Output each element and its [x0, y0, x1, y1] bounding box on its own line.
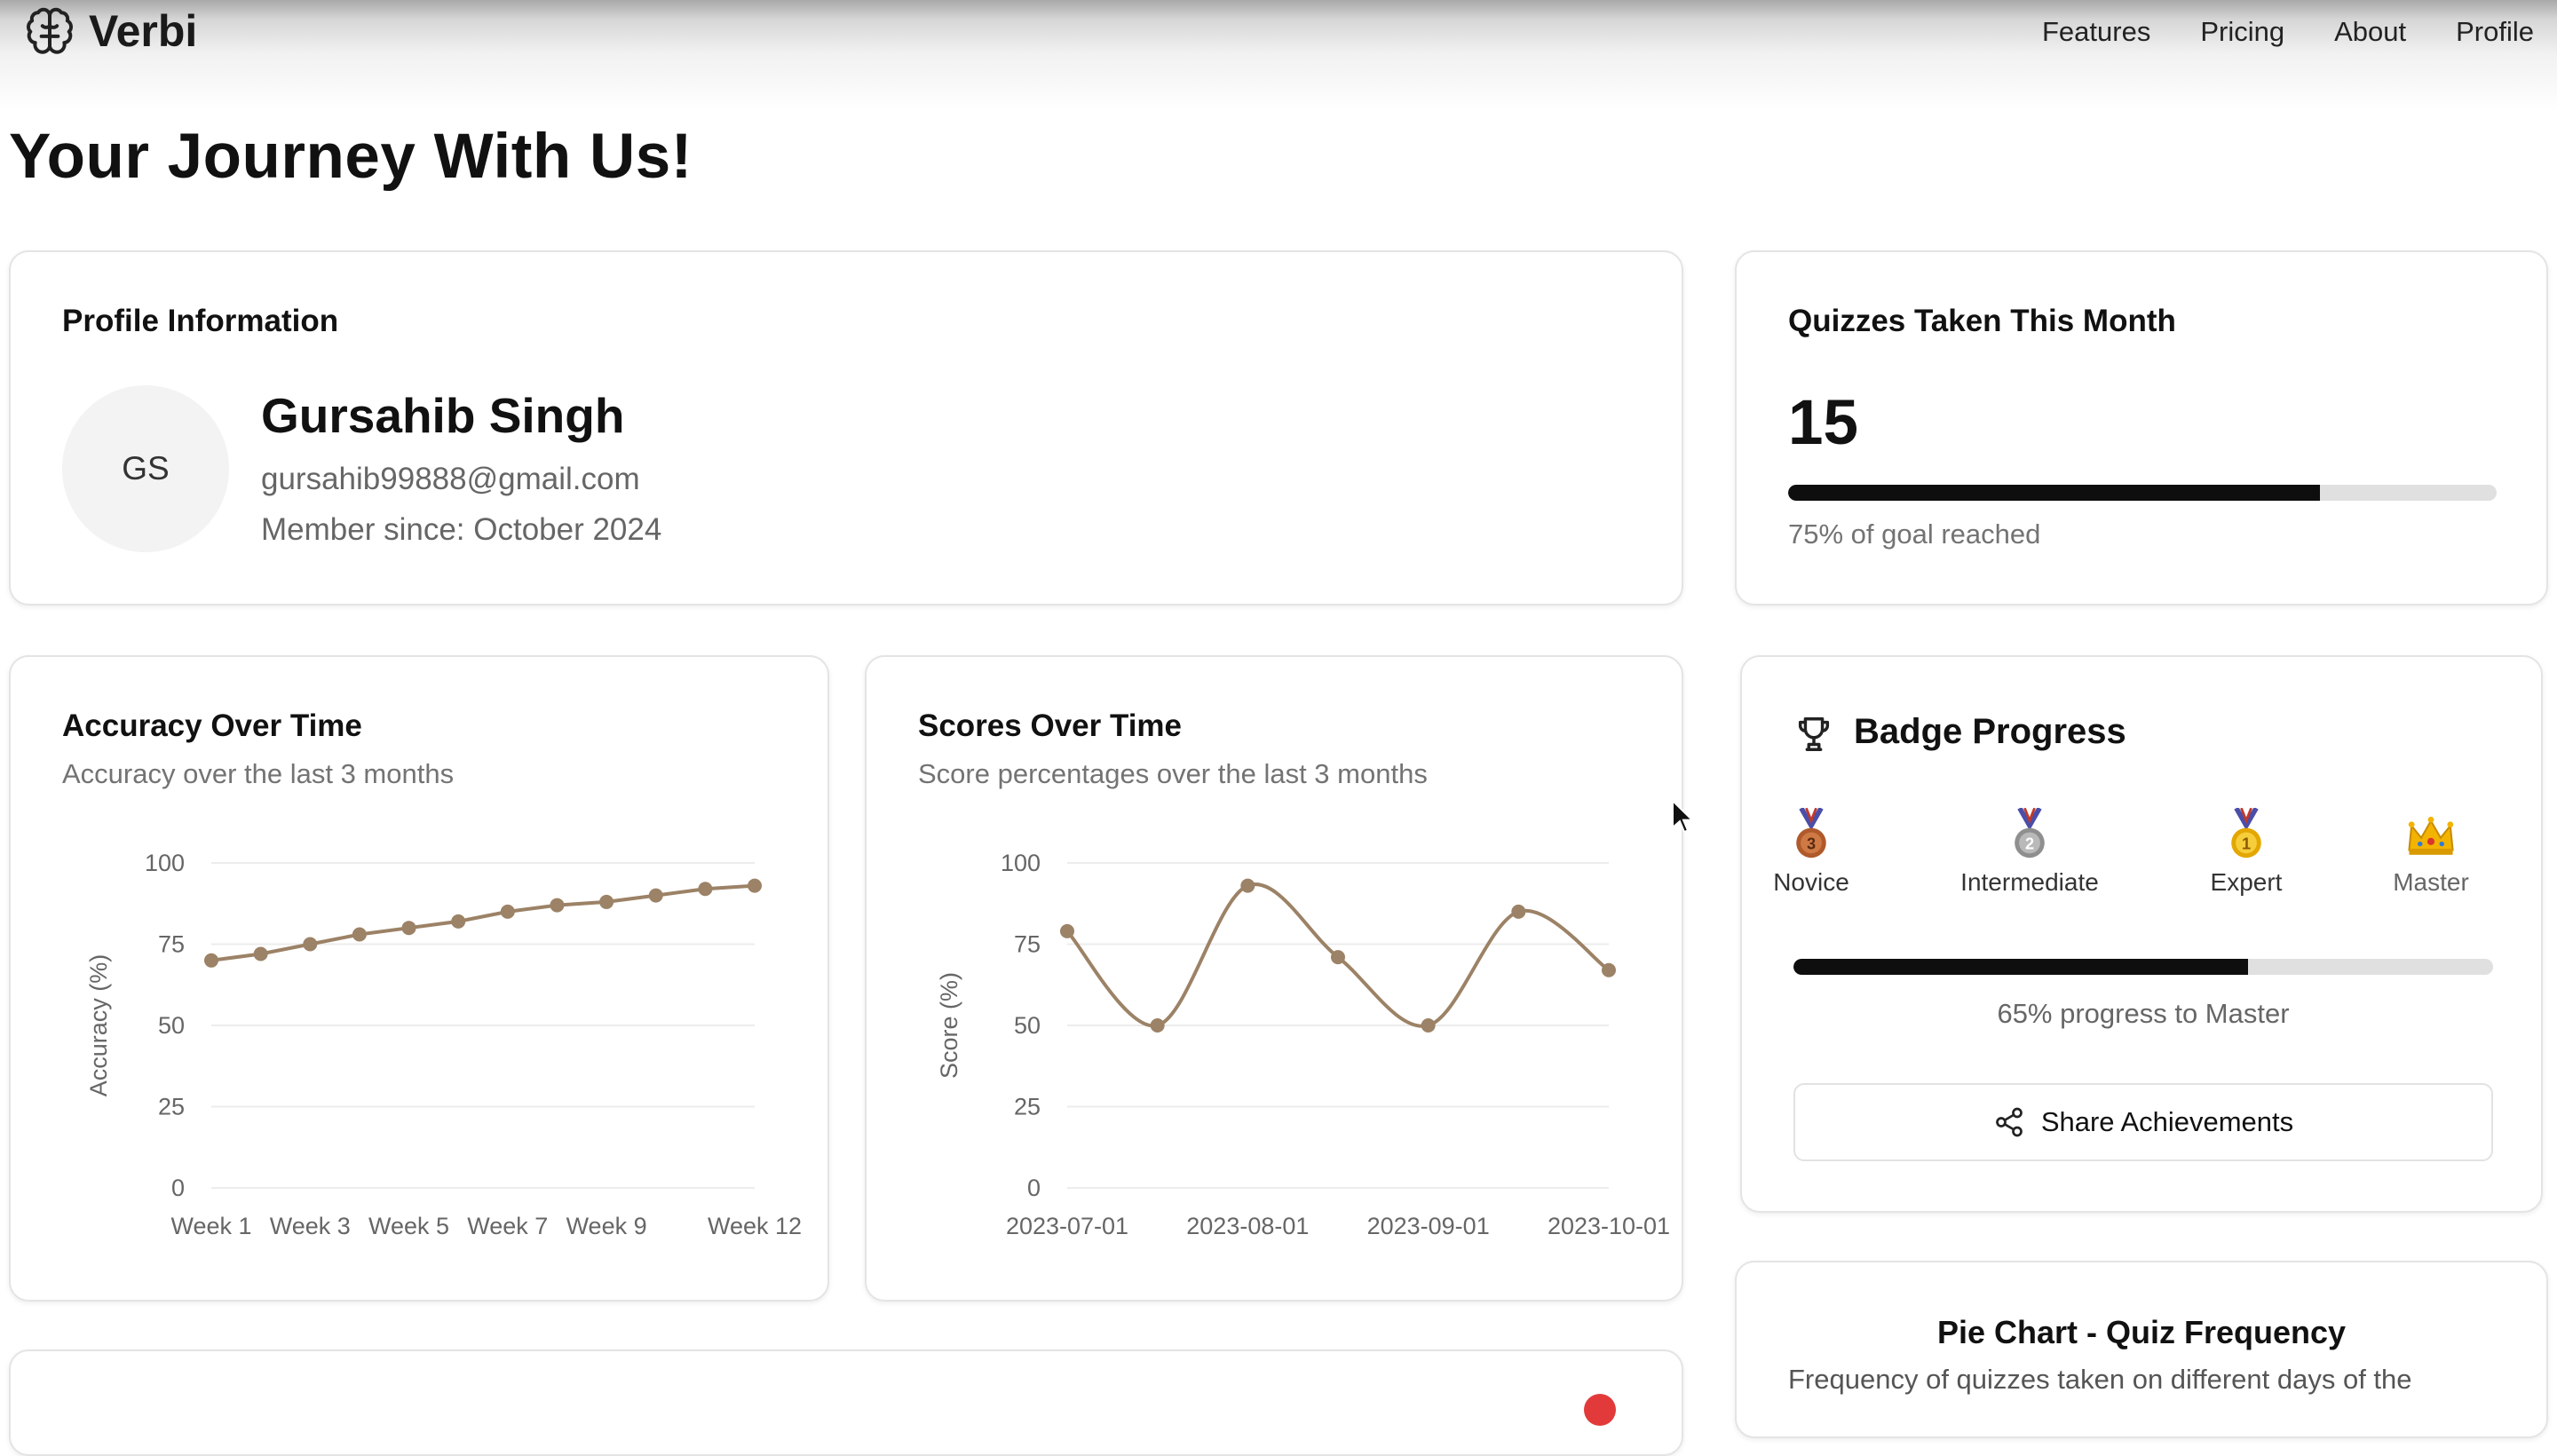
- trophy-icon: [1793, 714, 1834, 755]
- svg-text:3: 3: [1807, 835, 1816, 852]
- nav-pricing[interactable]: Pricing: [2200, 16, 2284, 48]
- accuracy-data-point: [451, 914, 465, 929]
- accuracy-data-point: [501, 905, 515, 919]
- svg-text:1: 1: [2242, 835, 2251, 852]
- profile-card: Profile Information GS Gursahib Singh gu…: [9, 250, 1683, 605]
- accuracy-x-tick: Week 7: [467, 1213, 548, 1239]
- pie-chart-title: Pie Chart - Quiz Frequency: [1737, 1314, 2546, 1351]
- main-nav: Features Pricing About Profile: [2042, 16, 2534, 48]
- accuracy-y-tick: 25: [158, 1094, 185, 1120]
- scores-data-point: [1151, 1018, 1165, 1033]
- accuracy-y-axis-label: Accuracy (%): [85, 954, 112, 1097]
- accuracy-y-tick: 100: [145, 850, 185, 876]
- accuracy-data-point: [254, 946, 268, 961]
- top-nav-bar: Verbi Features Pricing About Profile: [0, 0, 2557, 115]
- accuracy-series-line: [211, 886, 755, 961]
- quizzes-card-title: Quizzes Taken This Month: [1788, 304, 2176, 339]
- member-since: Member since: October 2024: [261, 512, 661, 548]
- scores-chart-card: Scores Over Time Score percentages over …: [865, 655, 1683, 1302]
- app-logo[interactable]: Verbi: [25, 5, 197, 57]
- svg-text:2: 2: [2025, 835, 2034, 852]
- nav-profile[interactable]: Profile: [2456, 16, 2534, 48]
- avatar: GS: [62, 385, 229, 552]
- bronze-medal-icon: 3: [1786, 808, 1836, 863]
- accuracy-x-tick: Week 5: [368, 1213, 449, 1239]
- accuracy-y-tick: 0: [171, 1175, 185, 1201]
- bottom-card: [9, 1349, 1683, 1456]
- accuracy-x-tick: Week 1: [170, 1213, 251, 1239]
- accuracy-x-tick: Week 3: [270, 1213, 351, 1239]
- page-title: Your Journey With Us!: [9, 121, 693, 193]
- accuracy-x-tick: Week 9: [566, 1213, 647, 1239]
- badge-label-master: Master: [2342, 868, 2520, 897]
- silver-medal-icon: 2: [2005, 808, 2054, 863]
- badge-progress-title: Badge Progress: [1854, 712, 2126, 752]
- accuracy-y-tick: 50: [158, 1012, 185, 1039]
- accuracy-data-point: [748, 879, 762, 893]
- scores-data-point: [1240, 879, 1255, 893]
- accuracy-data-point: [550, 898, 564, 913]
- accuracy-x-tick: Week 12: [708, 1213, 802, 1239]
- accuracy-data-point: [402, 921, 416, 935]
- profile-email: gursahib99888@gmail.com: [261, 462, 640, 497]
- accuracy-data-point: [204, 954, 218, 968]
- accuracy-chart-card: Accuracy Over Time Accuracy over the las…: [9, 655, 829, 1302]
- badge-label-intermediate: Intermediate: [1941, 868, 2118, 897]
- mouse-cursor-icon: [1671, 799, 1694, 835]
- badge-label-novice: Novice: [1722, 868, 1900, 897]
- accuracy-data-point: [649, 889, 663, 903]
- pie-chart-subtitle: Frequency of quizzes taken on different …: [1788, 1364, 2412, 1396]
- scores-y-tick: 50: [1014, 1012, 1041, 1039]
- nav-features[interactable]: Features: [2042, 16, 2150, 48]
- app-name: Verbi: [89, 5, 197, 57]
- scores-data-point: [1331, 950, 1345, 964]
- accuracy-data-point: [698, 882, 712, 896]
- notification-dot: [1584, 1394, 1616, 1426]
- quizzes-card: Quizzes Taken This Month 15 75% of goal …: [1735, 250, 2548, 605]
- badge-progress-card: Badge Progress 3 Novice 2 Intermediate 1: [1740, 655, 2543, 1213]
- badge-label-expert: Expert: [2157, 868, 2335, 897]
- scores-x-tick: 2023-09-01: [1367, 1213, 1490, 1239]
- quiz-goal-progress-fill: [1788, 485, 2320, 501]
- nav-about[interactable]: About: [2334, 16, 2406, 48]
- scores-y-tick: 25: [1014, 1094, 1041, 1120]
- accuracy-y-tick: 75: [158, 931, 185, 958]
- gold-medal-icon: 1: [2221, 808, 2271, 863]
- brain-icon: [25, 6, 75, 56]
- accuracy-data-point: [599, 895, 614, 909]
- scores-x-tick: 2023-08-01: [1186, 1213, 1309, 1239]
- quiz-goal-progress-bar: [1788, 485, 2497, 501]
- badge-intermediate[interactable]: 2 Intermediate: [1941, 808, 2118, 897]
- scores-data-point: [1511, 905, 1525, 919]
- share-achievements-label: Share Achievements: [2041, 1106, 2293, 1138]
- share-achievements-button[interactable]: Share Achievements: [1793, 1083, 2493, 1161]
- profile-card-title: Profile Information: [62, 304, 338, 339]
- share-icon: [1993, 1106, 2025, 1138]
- badge-progress-fill: [1793, 959, 2248, 975]
- scores-data-point: [1602, 963, 1616, 977]
- badge-expert[interactable]: 1 Expert: [2157, 808, 2335, 897]
- scores-x-tick: 2023-10-01: [1548, 1213, 1670, 1239]
- scores-y-axis-label: Score (%): [936, 972, 962, 1079]
- badge-novice[interactable]: 3 Novice: [1722, 808, 1900, 897]
- quiz-goal-text: 75% of goal reached: [1788, 518, 2040, 550]
- scores-y-tick: 75: [1014, 931, 1041, 958]
- crown-icon: [2404, 808, 2458, 863]
- scores-x-tick: 2023-07-01: [1006, 1213, 1128, 1239]
- scores-data-point: [1421, 1018, 1436, 1033]
- badge-progress-bar: [1793, 959, 2493, 975]
- accuracy-data-point: [352, 928, 367, 942]
- profile-name: Gursahib Singh: [261, 387, 624, 444]
- accuracy-data-point: [303, 938, 317, 952]
- badge-progress-text: 65% progress to Master: [1793, 998, 2493, 1030]
- quizzes-count: 15: [1788, 387, 1858, 459]
- scores-y-tick: 100: [1001, 850, 1041, 876]
- badge-master[interactable]: Master: [2342, 808, 2520, 897]
- scores-chart: 0 25 50 75 100 Score (%) 2023-07-01 2023-08-01 2…: [867, 657, 1685, 1303]
- scores-data-point: [1060, 924, 1074, 938]
- pie-chart-card: Pie Chart - Quiz Frequency Frequency of …: [1735, 1261, 2548, 1438]
- scores-y-tick: 0: [1027, 1175, 1041, 1201]
- accuracy-chart: 0 25 50 75 100 Accuracy (%) Week 1 Week 3 Week 5…: [11, 657, 831, 1303]
